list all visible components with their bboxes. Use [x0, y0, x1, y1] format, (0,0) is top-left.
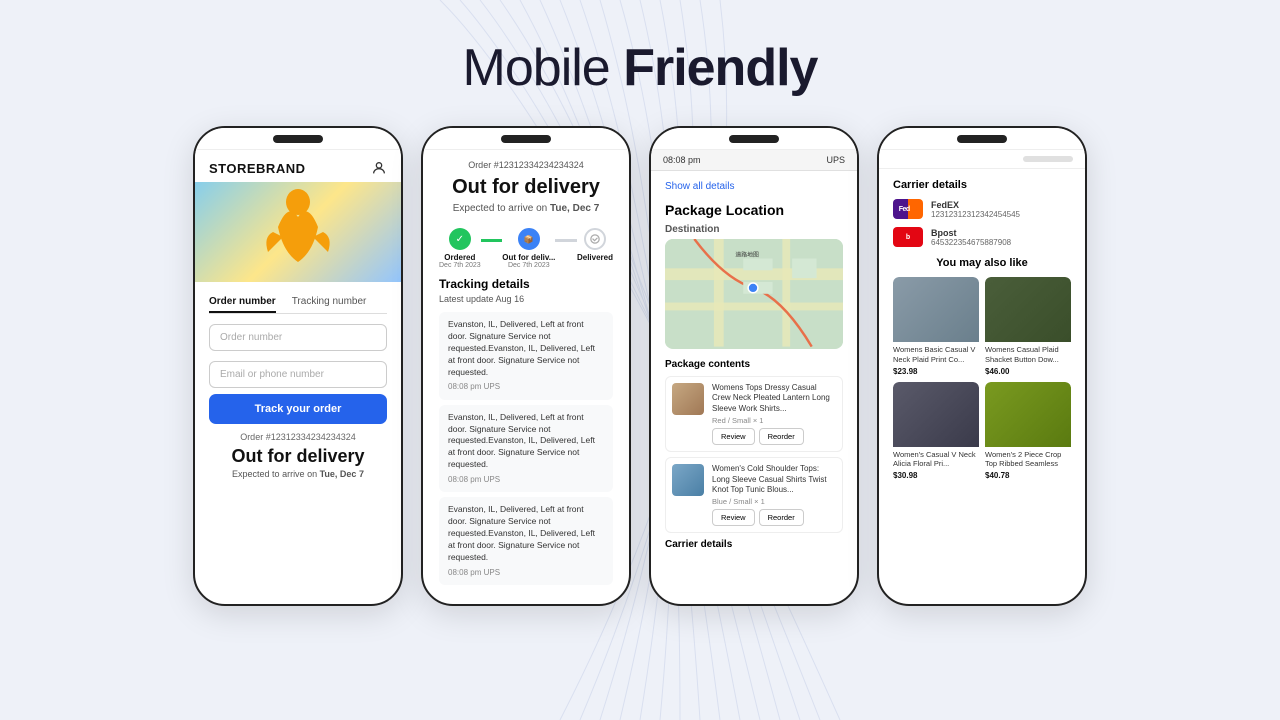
item-1-details: Womens Tops Dressy Casual Crew Neck Plea… — [712, 383, 836, 445]
phone-2-content: Order #12312334234234324 Out for deliver… — [423, 150, 629, 600]
phone-4-notch — [879, 128, 1085, 150]
review-button-1[interactable]: Review — [712, 428, 755, 445]
product-3-price: $30.98 — [893, 471, 979, 480]
product-2-name: Womens Casual Plaid Shacket Button Dow..… — [985, 345, 1071, 365]
product-3: Women's Casual V Neck Alicia Floral Pri.… — [893, 382, 979, 481]
product-2-image — [985, 277, 1071, 342]
show-all-details-link[interactable]: Show all details — [665, 181, 843, 192]
delivery-tracker: ✓ Ordered Dec 7th 2023 📦 Out for deliv..… — [439, 228, 613, 269]
phone-3-topbar: 08:08 pm UPS — [651, 150, 857, 171]
phone-1: STOREBRAND Order number Tracking number … — [193, 126, 403, 606]
tracking-details-title: Tracking details — [439, 277, 613, 291]
order-number-label: Order #12312334234234324 — [195, 432, 401, 442]
p3-carrier-badge: UPS — [826, 155, 845, 165]
review-button-2[interactable]: Review — [712, 509, 755, 526]
carrier-fedex: FedEx FedEX 12312312312342454545 — [893, 199, 1071, 219]
phone-3-notch — [651, 128, 857, 150]
notch-pill — [273, 135, 323, 143]
track-order-button[interactable]: Track your order — [209, 394, 387, 424]
expected-date: Expected to arrive on Tue, Dec 7 — [195, 469, 401, 479]
phone-4: Carrier details FedEx FedEX 123123123123… — [877, 126, 1087, 606]
phone-2: Order #12312334234234324 Out for deliver… — [421, 126, 631, 606]
phone-2-notch — [423, 128, 629, 150]
phone-4-content: Carrier details FedEx FedEX 123123123123… — [879, 169, 1085, 490]
item-1-image — [672, 383, 704, 415]
product-1: Womens Basic Casual V Neck Plaid Print C… — [893, 277, 979, 376]
user-icon — [371, 160, 387, 176]
package-contents-title: Package contents — [665, 359, 843, 370]
tracking-event-1: Evanston, IL, Delivered, Left at front d… — [439, 312, 613, 400]
phone-4-topbar — [879, 150, 1085, 169]
connector-1 — [481, 239, 503, 242]
product-4-name: Women's 2 Piece Crop Top Ribbed Seamless — [985, 450, 1071, 470]
hero-image — [195, 182, 401, 282]
product-4-image — [985, 382, 1071, 447]
notch-pill-3 — [729, 135, 779, 143]
product-3-image — [893, 382, 979, 447]
reorder-button-1[interactable]: Reorder — [759, 428, 804, 445]
tab-order-number[interactable]: Order number — [209, 292, 276, 313]
fedex-info: FedEX 12312312312342454545 — [931, 200, 1020, 219]
order-number-input[interactable]: Order number — [209, 324, 387, 351]
notch-pill-4 — [957, 135, 1007, 143]
fedex-logo: FedEx — [893, 199, 923, 219]
item-2-buttons: Review Reorder — [712, 509, 836, 526]
product-1-image — [893, 277, 979, 342]
destination-label: Destination — [665, 224, 843, 235]
top-bar-indicator — [1023, 156, 1073, 162]
page-header: Mobile Friendly — [463, 38, 818, 98]
connector-2 — [555, 239, 577, 242]
product-3-name: Women's Casual V Neck Alicia Floral Pri.… — [893, 450, 979, 470]
phone-1-notch — [195, 128, 401, 150]
item-1-buttons: Review Reorder — [712, 428, 836, 445]
email-phone-input[interactable]: Email or phone number — [209, 361, 387, 388]
package-item-2: Women's Cold Shoulder Tops: Long Sleeve … — [665, 457, 843, 533]
svg-text:道路地图: 道路地图 — [735, 251, 759, 259]
item-2-image — [672, 464, 704, 496]
p2-expected: Expected to arrive on Tue, Dec 7 — [439, 203, 613, 214]
bpost-info: Bpost 645322354675887908 — [931, 228, 1011, 247]
notch-pill-2 — [501, 135, 551, 143]
step-delivered: Delivered — [577, 228, 613, 262]
step-out-for-delivery: 📦 Out for deliv... Dec 7th 2023 — [502, 228, 555, 269]
tab-tracking-number[interactable]: Tracking number — [292, 292, 367, 313]
p2-delivery-status: Out for delivery — [439, 176, 613, 199]
bpost-logo: b — [893, 227, 923, 247]
item-2-details: Women's Cold Shoulder Tops: Long Sleeve … — [712, 464, 836, 526]
step-delivery-circle: 📦 — [518, 228, 540, 250]
tracking-event-3: Evanston, IL, Delivered, Left at front d… — [439, 497, 613, 585]
product-4-price: $40.78 — [985, 471, 1071, 480]
step-delivered-circle — [584, 228, 606, 250]
recommendations-title: You may also like — [893, 257, 1071, 269]
delivery-status: Out for delivery — [195, 446, 401, 467]
product-4: Women's 2 Piece Crop Top Ribbed Seamless… — [985, 382, 1071, 481]
phone-3-content: Show all details Package Location Destin… — [651, 171, 857, 560]
phones-row: STOREBRAND Order number Tracking number … — [193, 126, 1087, 606]
tracking-event-2: Evanston, IL, Delivered, Left at front d… — [439, 405, 613, 493]
product-1-name: Womens Basic Casual V Neck Plaid Print C… — [893, 345, 979, 365]
product-recommendations: Womens Basic Casual V Neck Plaid Print C… — [893, 277, 1071, 480]
map-view: 道路地图 — [665, 239, 843, 349]
p3-time: 08:08 pm — [663, 155, 701, 165]
reorder-button-2[interactable]: Reorder — [759, 509, 804, 526]
carrier-bpost: b Bpost 645322354675887908 — [893, 227, 1071, 247]
latest-update: Latest update Aug 16 — [439, 294, 613, 304]
step-ordered-circle: ✓ — [449, 228, 471, 250]
phone-3: 08:08 pm UPS Show all details Package Lo… — [649, 126, 859, 606]
step-ordered: ✓ Ordered Dec 7th 2023 — [439, 228, 481, 269]
package-location-title: Package Location — [665, 202, 843, 218]
header-title-bold: Friendly — [623, 39, 817, 97]
store-brand: STOREBRAND — [209, 161, 306, 176]
product-2-price: $46.00 — [985, 367, 1071, 376]
product-1-price: $23.98 — [893, 367, 979, 376]
p2-order-id: Order #12312334234234324 — [439, 160, 613, 170]
header-title-light: Mobile — [463, 39, 624, 97]
carrier-details-label: Carrier details — [665, 539, 843, 550]
phone-1-tabs: Order number Tracking number — [209, 292, 387, 314]
phone-1-topbar: STOREBRAND — [195, 150, 401, 182]
product-2: Womens Casual Plaid Shacket Button Dow..… — [985, 277, 1071, 376]
package-item-1: Womens Tops Dressy Casual Crew Neck Plea… — [665, 376, 843, 452]
carrier-details-title: Carrier details — [893, 179, 1071, 191]
